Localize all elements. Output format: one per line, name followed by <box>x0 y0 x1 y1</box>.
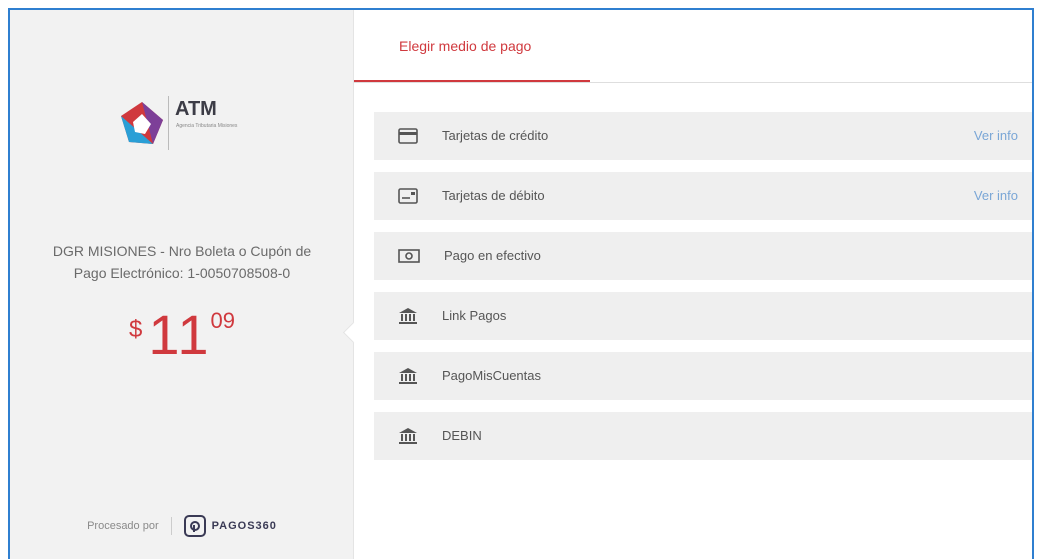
tab-label: Elegir medio de pago <box>399 38 532 54</box>
method-cash[interactable]: Pago en efectivo <box>374 232 1032 280</box>
tab-bar: Elegir medio de pago <box>354 10 1032 83</box>
brand-subtitle: Agencia Tributaria Misiones <box>176 123 238 129</box>
bank-icon <box>399 308 417 324</box>
brand-name: ATM <box>175 98 217 120</box>
provider-name: PAGOS360 <box>211 520 277 532</box>
order-summary-panel: ATM Agencia Tributaria Misiones DGR MISI… <box>10 10 354 559</box>
amount-currency: $ <box>129 316 143 343</box>
bank-icon <box>399 428 417 444</box>
pagos360-icon <box>183 515 206 537</box>
method-pagomiscuentas[interactable]: PagoMisCuentas <box>374 352 1032 400</box>
method-label: DEBIN <box>442 428 482 443</box>
description-line-2: Pago Electrónico: 1-0050708508-0 <box>73 265 291 281</box>
processed-by: Procesado por PAGOS360 <box>10 515 354 537</box>
description-line-1: DGR MISIONES - Nro Boleta o Cupón de <box>52 243 312 259</box>
provider-logo: PAGOS360 <box>183 515 277 537</box>
method-credit-card[interactable]: Tarjetas de crédito Ver info <box>374 112 1032 160</box>
method-label: Pago en efectivo <box>444 248 541 263</box>
tab-choose-payment[interactable]: Elegir medio de pago <box>354 10 590 82</box>
method-debin[interactable]: DEBIN <box>374 412 1032 460</box>
method-label: PagoMisCuentas <box>442 368 541 383</box>
method-label: Link Pagos <box>442 308 507 323</box>
ver-info-link[interactable]: Ver info <box>974 188 1018 203</box>
debit-card-icon <box>398 188 418 204</box>
amount-integer: 11 <box>148 303 211 366</box>
payment-methods-list: Tarjetas de crédito Ver info Tarjetas de… <box>374 112 1032 472</box>
processed-divider <box>170 517 172 535</box>
credit-card-icon <box>398 128 418 144</box>
bank-icon <box>399 368 417 384</box>
cash-icon <box>398 249 420 263</box>
logo-divider <box>168 96 169 150</box>
ver-info-link[interactable]: Ver info <box>974 128 1018 143</box>
payment-frame: ATM Agencia Tributaria Misiones DGR MISI… <box>8 8 1034 559</box>
processed-by-label: Procesado por <box>87 520 159 532</box>
atm-logo-icon <box>121 102 163 144</box>
method-link-pagos[interactable]: Link Pagos <box>374 292 1032 340</box>
method-label: Tarjetas de crédito <box>442 128 549 143</box>
payment-description: DGR MISIONES - Nro Boleta o Cupón de Pag… <box>24 240 340 284</box>
payment-amount: $1109 <box>10 302 354 367</box>
payment-methods-panel: Elegir medio de pago Tarjetas de crédito… <box>354 10 1032 559</box>
method-label: Tarjetas de débito <box>442 188 545 203</box>
amount-decimal: 09 <box>210 308 235 333</box>
method-debit-card[interactable]: Tarjetas de débito Ver info <box>374 172 1032 220</box>
